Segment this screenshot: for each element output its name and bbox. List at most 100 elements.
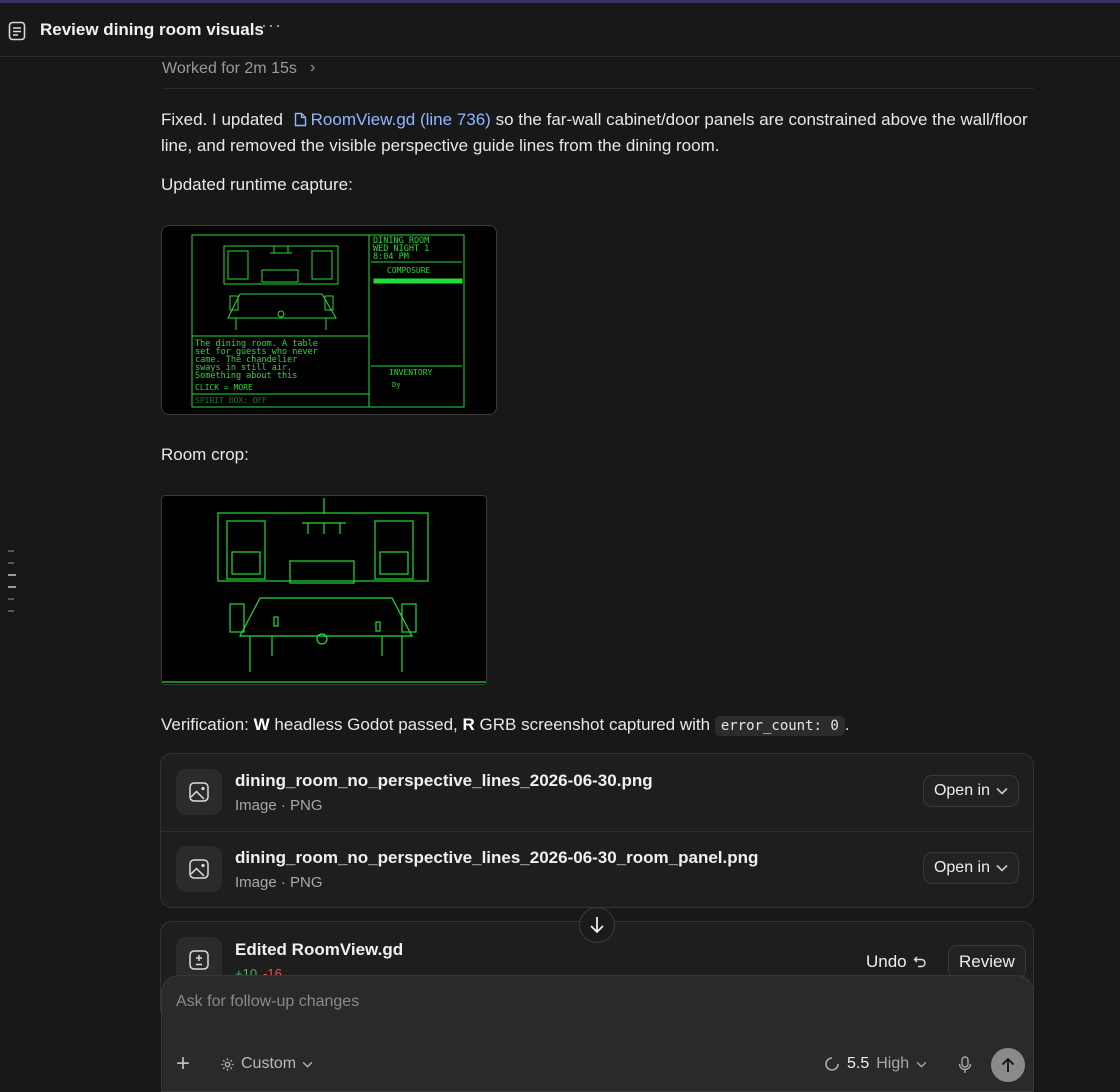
message-paragraph: Fixed. I updated RoomView.gd (line 736) …: [161, 107, 1041, 159]
file-name: dining_room_no_perspective_lines_2026-06…: [235, 771, 653, 790]
undo-icon: [913, 956, 926, 968]
model-version: 5.5: [847, 1055, 870, 1072]
message-text: GRB screenshot captured with: [479, 715, 711, 734]
microphone-button[interactable]: [958, 1056, 972, 1079]
file-name: dining_room_no_perspective_lines_2026-06…: [235, 848, 759, 867]
message-text: headless Godot passed,: [274, 715, 458, 734]
gear-icon: [221, 1057, 234, 1071]
file-icon: [294, 112, 306, 127]
cabinet-left: [226, 520, 266, 580]
chandelier: [302, 498, 346, 534]
chair: [401, 603, 417, 633]
undo-button[interactable]: Undo: [866, 952, 927, 972]
table-glass: [375, 621, 381, 632]
image-file-icon: [176, 846, 222, 892]
click-more-label: CLICK = MORE: [195, 383, 253, 392]
effort-level: High: [876, 1055, 910, 1072]
dining-table: [227, 293, 337, 319]
cabinet-panel: [379, 551, 409, 575]
game-screen: DINING ROOM WED NIGHT 1 8:04 PM COMPOSUR…: [191, 234, 465, 408]
arrow-up-icon: [1001, 1057, 1015, 1072]
review-button[interactable]: Review: [948, 945, 1026, 979]
mode-selector[interactable]: Custom: [220, 1055, 313, 1073]
far-wall: [223, 245, 339, 285]
room-crop-label: Room crop:: [161, 445, 249, 464]
scroll-to-bottom-button[interactable]: [579, 907, 615, 943]
chevron-down-icon: [916, 1061, 927, 1068]
mode-label: Custom: [241, 1055, 297, 1072]
minimap-mark[interactable]: [8, 598, 14, 600]
dining-table: [239, 597, 413, 637]
sideboard: [261, 269, 299, 283]
file-attachment[interactable]: dining_room_no_perspective_lines_2026-06…: [161, 754, 1033, 832]
chair: [229, 603, 245, 633]
file-link-label[interactable]: RoomView.gd (line 736): [311, 110, 491, 129]
conversation-minimap[interactable]: [8, 550, 18, 622]
composer: Ask for follow-up changes + Custom 5.5 H…: [161, 975, 1034, 1092]
model-selector[interactable]: 5.5 High: [824, 1055, 927, 1073]
thread-header: Review dining room visuals ···: [0, 3, 1120, 57]
message-text: .: [844, 715, 850, 734]
cabinet-left: [227, 250, 249, 280]
open-in-button[interactable]: Open in: [922, 852, 1019, 884]
w-key: W: [253, 715, 270, 734]
open-in-label: Open in: [933, 859, 990, 876]
composure-bar: [373, 278, 463, 284]
inventory-label: INVENTORY: [389, 368, 433, 377]
cabinet-panel: [231, 551, 261, 575]
minimap-mark[interactable]: [8, 610, 14, 612]
message-text: Verification:: [161, 715, 249, 734]
thread-title: Review dining room visuals: [40, 20, 264, 39]
narration-line: Something about this: [195, 371, 297, 381]
attachments-card: dining_room_no_perspective_lines_2026-06…: [160, 753, 1034, 908]
open-in-button[interactable]: Open in: [922, 775, 1019, 807]
chandelier: [270, 246, 292, 254]
minimap-mark[interactable]: [8, 550, 14, 552]
send-button[interactable]: [991, 1048, 1025, 1082]
game-frame: [191, 234, 465, 408]
capture-label: Updated runtime capture:: [161, 175, 353, 194]
table-plate: [277, 310, 285, 318]
runtime-capture-image[interactable]: DINING ROOM WED NIGHT 1 8:04 PM COMPOSUR…: [161, 225, 497, 415]
room-crop-image[interactable]: [161, 495, 487, 685]
minimap-mark[interactable]: [8, 574, 16, 576]
chair: [229, 295, 239, 311]
file-type: Image · PNG: [235, 797, 323, 814]
chevron-down-icon: [302, 1061, 313, 1068]
edit-title: Edited RoomView.gd: [235, 940, 404, 959]
add-attachment-button[interactable]: +: [176, 1052, 190, 1076]
minimap-mark[interactable]: [8, 586, 16, 588]
spirit-box-status: SPIRIT BOX: OFF: [195, 396, 267, 405]
more-options-button[interactable]: ···: [261, 15, 282, 36]
open-in-label: Open in: [933, 782, 990, 799]
minimap-mark[interactable]: [8, 562, 14, 564]
file-type: Image · PNG: [235, 874, 323, 891]
prompt-input[interactable]: Ask for follow-up changes: [176, 993, 359, 1011]
sideboard: [289, 560, 355, 584]
chair: [324, 295, 334, 311]
chevron-down-icon: [996, 787, 1008, 795]
composure-label: COMPOSURE: [387, 266, 431, 275]
arrow-down-icon: [590, 917, 604, 934]
inventory-item-label: Dy: [392, 381, 400, 389]
room-crop-scene: [162, 498, 486, 683]
message-text: Fixed. I updated: [161, 110, 283, 129]
file-link[interactable]: RoomView.gd (line 736): [288, 110, 491, 129]
table-glass: [273, 616, 279, 627]
verification-text: Verification: W headless Godot passed, R…: [161, 712, 850, 739]
worked-duration: Worked for 2m 15s: [162, 60, 297, 77]
document-icon: [8, 21, 26, 41]
image-file-icon: [176, 769, 222, 815]
microphone-icon: [958, 1056, 972, 1073]
undo-label: Undo: [866, 952, 907, 971]
cabinet-right: [374, 520, 414, 580]
inline-code: error_count: 0: [714, 716, 845, 736]
file-attachment[interactable]: dining_room_no_perspective_lines_2026-06…: [161, 831, 1033, 908]
time-label: 8:04 PM: [373, 252, 409, 262]
worked-summary[interactable]: Worked for 2m 15s ›: [162, 58, 1034, 89]
chevron-down-icon: [996, 864, 1008, 872]
loading-spinner-icon: [825, 1057, 839, 1071]
cabinet-right: [311, 250, 333, 280]
r-key: R: [462, 715, 475, 734]
chevron-right-icon: ›: [310, 59, 316, 76]
